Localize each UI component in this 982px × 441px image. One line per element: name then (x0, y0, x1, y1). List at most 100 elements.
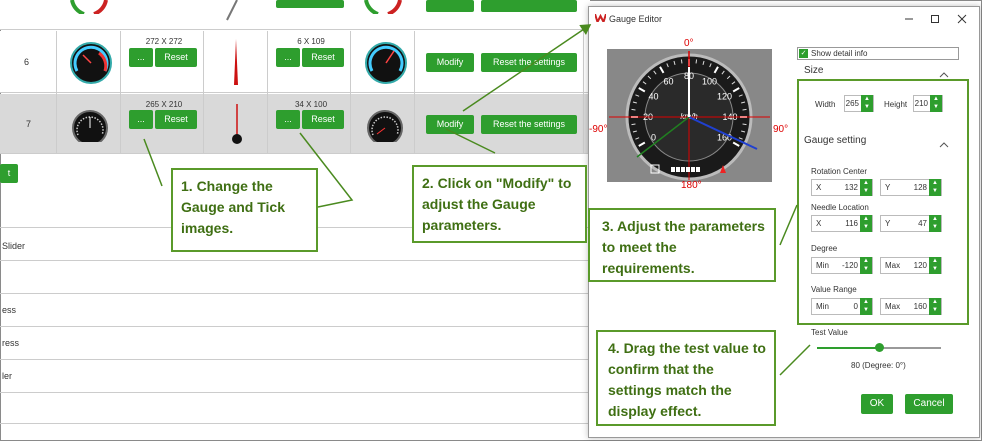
needle-thumb-partial (225, 0, 239, 22)
nl-x-label: X (816, 219, 822, 228)
deg-max-value: 120 (913, 261, 927, 270)
height-field[interactable]: 210 ▲ ▼ (913, 95, 943, 112)
tick-button-partial[interactable] (276, 0, 344, 8)
preview-thumbnail (364, 108, 406, 146)
list-item-label: ress (2, 338, 20, 348)
gauge-reset-button[interactable]: Reset (155, 110, 197, 129)
gauge-thumbnail (69, 108, 111, 146)
fuel-bar-segment (671, 167, 675, 172)
tick-reset-button[interactable]: Reset (302, 48, 344, 67)
rc-y-value: 128 (913, 183, 927, 192)
tick-browse-button[interactable]: ... (276, 48, 300, 67)
gauge-size-label: 265 X 210 (145, 100, 183, 109)
callout-step-3: 3. Adjust the parameters to meet the req… (588, 208, 776, 282)
modify-button[interactable]: Modify (426, 53, 474, 72)
value-range-label: Value Range (811, 285, 857, 294)
callout-step-2: 2. Click on "Modify" to adjust the Gauge… (412, 165, 587, 243)
width-label: Width (815, 100, 836, 109)
width-field[interactable]: 265 ▲ ▼ (844, 95, 874, 112)
width-stepper[interactable]: ▲ ▼ (861, 95, 873, 112)
nl-x-stepper[interactable]: ▲ ▼ (860, 215, 872, 232)
size-section-title: Size (804, 65, 824, 76)
list-item-label: ess (2, 305, 17, 315)
nl-y-value: 47 (918, 219, 927, 228)
column-divider (120, 31, 121, 154)
gauge-minor-tick (680, 59, 683, 64)
vr-max-stepper[interactable]: ▲ ▼ (929, 298, 941, 315)
chevron-up-icon[interactable] (939, 66, 949, 78)
rc-y-label: Y (885, 183, 891, 192)
gauge-tick-label: 40 (648, 92, 658, 102)
rc-y-stepper[interactable]: ▲ ▼ (929, 179, 941, 196)
modify-button-partial[interactable] (426, 0, 474, 12)
reset-settings-button[interactable]: Reset the settings (481, 53, 577, 72)
gauge-tick-label: 60 (663, 76, 673, 86)
chevron-up-icon[interactable] (939, 136, 949, 148)
nl-x-value: 116 (845, 219, 858, 228)
height-label: Height (884, 100, 908, 109)
dialog-title: Gauge Editor (609, 14, 663, 24)
reset-settings-button[interactable]: Reset the settings (481, 115, 577, 134)
rc-x-stepper[interactable]: ▲ ▼ (860, 179, 872, 196)
gauge-thumbnail (69, 41, 113, 85)
maximize-icon[interactable] (930, 14, 940, 24)
table-row: 6 272 X 272 ... Reset 6 X 109 ... Reset … (0, 31, 590, 93)
column-divider (267, 31, 268, 154)
close-icon[interactable] (957, 14, 967, 24)
test-value-slider-fill (817, 347, 879, 349)
nl-y-stepper[interactable]: ▲ ▼ (929, 215, 941, 232)
ok-button[interactable]: OK (861, 394, 893, 414)
side-button[interactable]: t (0, 164, 18, 183)
reset-settings-button-partial[interactable] (481, 0, 577, 12)
vr-min-field[interactable]: Min 0 ▲ ▼ (811, 298, 873, 315)
tick-reset-button[interactable]: Reset (302, 110, 344, 129)
column-divider (56, 31, 57, 154)
tick-browse-button[interactable]: ... (276, 110, 300, 129)
gauge-minor-tick (695, 59, 698, 64)
nl-x-field[interactable]: X 116 ▲ ▼ (811, 215, 873, 232)
vr-min-label: Min (816, 302, 829, 311)
needle-thumbnail (230, 104, 244, 146)
fuel-bar-segment (691, 167, 695, 172)
deg-max-stepper[interactable]: ▲ ▼ (929, 257, 941, 274)
preview-thumbnail (364, 41, 408, 85)
list-item-label: Slider (2, 241, 26, 251)
column-divider (583, 31, 584, 154)
height-stepper[interactable]: ▲ ▼ (930, 95, 942, 112)
list-item[interactable]: ler (0, 361, 590, 393)
nl-y-field[interactable]: Y 47 ▲ ▼ (880, 215, 942, 232)
list-item[interactable]: ress (0, 328, 590, 360)
gauge-minor-tick (631, 123, 636, 126)
vr-min-stepper[interactable]: ▲ ▼ (860, 298, 872, 315)
vr-max-value: 160 (913, 302, 927, 311)
modify-button[interactable]: Modify (426, 115, 474, 134)
deg-max-field[interactable]: Max 120 ▲ ▼ (880, 257, 942, 274)
tick-size-label: 6 X 109 (297, 37, 325, 46)
cancel-button[interactable]: Cancel (905, 394, 953, 414)
dialog-titlebar: Gauge Editor (589, 7, 979, 31)
gauge-size-label: 272 X 272 (145, 37, 183, 46)
list-item[interactable]: ess (0, 295, 590, 327)
test-value-slider-thumb[interactable] (875, 343, 884, 352)
needle-location-label: Needle Location (811, 203, 869, 212)
gauge-browse-button[interactable]: ... (129, 110, 153, 129)
vr-max-field[interactable]: Max 160 ▲ ▼ (880, 298, 942, 315)
rc-x-label: X (816, 183, 822, 192)
tick-size-label: 34 X 100 (294, 100, 328, 109)
vr-max-label: Max (885, 302, 901, 311)
fuel-bar-segment (686, 167, 690, 172)
rc-x-field[interactable]: X 132 ▲ ▼ (811, 179, 873, 196)
show-detail-box (797, 47, 959, 60)
rc-y-field[interactable]: Y 128 ▲ ▼ (880, 179, 942, 196)
width-value: 265 (845, 99, 859, 108)
table-row-partial (0, 0, 590, 30)
gauge-reset-button[interactable]: Reset (155, 48, 197, 67)
deg-min-stepper[interactable]: ▲ ▼ (860, 257, 872, 274)
deg-min-field[interactable]: Min -120 ▲ ▼ (811, 257, 873, 274)
height-value: 210 (914, 99, 928, 108)
gauge-minor-tick (742, 123, 747, 126)
minimize-icon[interactable] (904, 14, 914, 24)
gauge-browse-button[interactable]: ... (129, 48, 153, 67)
row-index: 7 (26, 119, 32, 129)
gauge-minor-tick (742, 108, 747, 111)
